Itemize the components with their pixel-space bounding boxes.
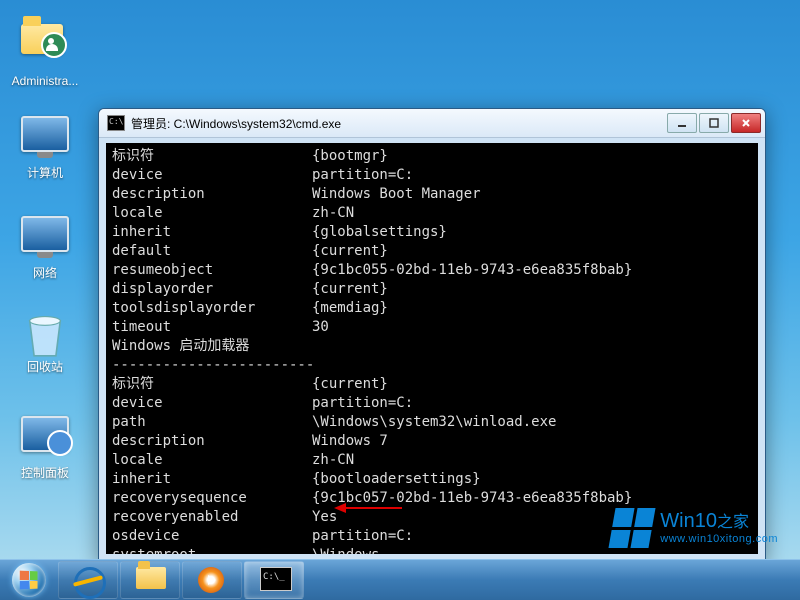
taskbar <box>0 559 800 600</box>
desktop-icon-label: 计算机 <box>8 166 82 180</box>
desktop-icon-label: 网络 <box>8 266 82 280</box>
terminal-line: displayorder{current} <box>112 280 752 299</box>
terminal-line: 标识符{current} <box>112 375 752 394</box>
terminal-line: localezh-CN <box>112 451 752 470</box>
terminal-line: resumeobject{9c1bc055-02bd-11eb-9743-e6e… <box>112 261 752 280</box>
cmd-icon <box>107 115 125 131</box>
desktop-icon-label: 回收站 <box>8 360 82 374</box>
terminal-line: default{current} <box>112 242 752 261</box>
minimize-button[interactable] <box>667 113 697 133</box>
terminal-line: devicepartition=C: <box>112 166 752 185</box>
media-player-icon <box>198 567 224 593</box>
control-panel-icon <box>21 416 69 452</box>
taskbar-item-explorer[interactable] <box>120 561 180 599</box>
terminal-line: ------------------------ <box>112 356 752 375</box>
close-button[interactable] <box>731 113 761 133</box>
terminal-line: path\Windows\system32\winload.exe <box>112 413 752 432</box>
watermark: Win10之家 www.win10xitong.com <box>612 508 778 548</box>
terminal-line: descriptionWindows Boot Manager <box>112 185 752 204</box>
terminal-line: timeout30 <box>112 318 752 337</box>
computer-icon <box>21 116 69 152</box>
terminal-line: inherit{globalsettings} <box>112 223 752 242</box>
watermark-brand: Win10 <box>660 510 717 532</box>
taskbar-item-media-player[interactable] <box>182 561 242 599</box>
desktop-icon-control-panel[interactable]: 控制面板 <box>8 410 82 480</box>
folder-icon <box>136 567 166 589</box>
terminal-line: devicepartition=C: <box>112 394 752 413</box>
desktop-icon-recycle-bin[interactable]: 回收站 <box>8 310 82 374</box>
titlebar[interactable]: 管理员: C:\Windows\system32\cmd.exe <box>99 109 765 138</box>
desktop-icon-label: Administra... <box>8 74 82 88</box>
taskbar-item-cmd[interactable] <box>244 561 304 599</box>
terminal-line: localezh-CN <box>112 204 752 223</box>
desktop-icon-admin[interactable]: Administra... <box>8 10 82 88</box>
window-title: 管理员: C:\Windows\system32\cmd.exe <box>131 115 667 132</box>
desktop-icon-label: 控制面板 <box>8 466 82 480</box>
desktop-icon-computer[interactable]: 计算机 <box>8 110 82 180</box>
ie-icon <box>74 567 106 599</box>
cmd-window: 管理员: C:\Windows\system32\cmd.exe 标识符{boo… <box>98 108 766 562</box>
taskbar-item-ie[interactable] <box>58 561 118 599</box>
terminal-line: Windows 启动加载器 <box>112 337 752 356</box>
terminal-line: descriptionWindows 7 <box>112 432 752 451</box>
recycle-bin-icon <box>21 310 69 358</box>
cmd-icon <box>260 567 292 591</box>
terminal-line: inherit{bootloadersettings} <box>112 470 752 489</box>
watermark-url: www.win10xitong.com <box>660 533 778 545</box>
start-button[interactable] <box>2 562 56 598</box>
terminal-output[interactable]: 标识符{bootmgr}devicepartition=C:descriptio… <box>106 143 758 554</box>
terminal-line: recoverysequence{9c1bc057-02bd-11eb-9743… <box>112 489 752 508</box>
terminal-line: toolsdisplayorder{memdiag} <box>112 299 752 318</box>
windows-logo-icon <box>609 508 656 548</box>
terminal-line: 标识符{bootmgr} <box>112 147 752 166</box>
start-orb-icon <box>12 563 46 597</box>
network-icon <box>21 216 69 252</box>
desktop-icon-network[interactable]: 网络 <box>8 210 82 280</box>
maximize-button[interactable] <box>699 113 729 133</box>
watermark-suffix: 之家 <box>717 514 749 531</box>
